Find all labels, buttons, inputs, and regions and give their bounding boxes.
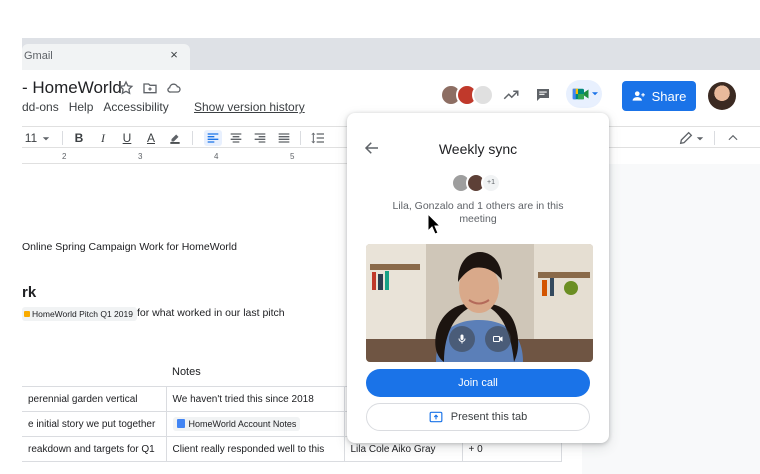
text-color-button[interactable]: A xyxy=(144,130,158,146)
cloud-status-icon[interactable] xyxy=(166,80,182,96)
meet-button[interactable] xyxy=(566,80,602,108)
file-chip[interactable]: HomeWorld Account Notes xyxy=(172,417,301,431)
table-header-notes: Notes xyxy=(172,366,201,378)
table-cell[interactable]: We haven't tried this since 2018 xyxy=(165,386,345,412)
slides-file-icon xyxy=(24,311,30,317)
section-heading: rk xyxy=(22,284,37,301)
camera-icon xyxy=(493,336,503,342)
file-chip-label: HomeWorld Pitch Q1 2019 xyxy=(32,309,133,319)
table-cell[interactable]: e initial story we put together xyxy=(22,411,167,437)
table-cell[interactable]: perennial garden vertical xyxy=(22,386,167,412)
avatar xyxy=(472,84,494,106)
align-center-icon[interactable] xyxy=(228,130,244,146)
more-participants-badge: +1 xyxy=(481,173,501,193)
font-size-value[interactable]: 11 xyxy=(24,130,38,146)
share-label: Share xyxy=(651,88,687,104)
chevron-down-icon[interactable] xyxy=(696,130,704,146)
edit-mode-icon[interactable] xyxy=(678,130,694,146)
meeting-title: Weekly sync xyxy=(438,141,518,157)
italic-button[interactable]: I xyxy=(96,130,110,146)
menu-addons[interactable]: dd-ons xyxy=(22,100,59,114)
tab-close-button[interactable]: × xyxy=(166,47,182,63)
comment-icon[interactable] xyxy=(534,86,552,104)
menu-bar: dd-ons Help Accessibility xyxy=(22,100,169,114)
join-call-button[interactable]: Join call xyxy=(366,369,590,397)
mic-icon xyxy=(458,334,466,344)
chevron-down-icon[interactable] xyxy=(42,130,50,146)
file-chip[interactable]: HomeWorld Pitch Q1 2019 xyxy=(22,307,137,321)
camera-preview xyxy=(366,244,593,362)
docs-file-icon xyxy=(176,419,185,428)
table-cell[interactable]: HomeWorld Account Notes xyxy=(165,411,345,437)
meet-join-panel: Weekly sync +1 Lila, Gonzalo and 1 other… xyxy=(347,113,609,443)
doc-title[interactable]: - HomeWorld xyxy=(22,78,122,98)
person-add-icon xyxy=(632,91,645,101)
align-right-icon[interactable] xyxy=(252,130,268,146)
underline-button[interactable]: U xyxy=(120,130,134,146)
tab-title: Gmail xyxy=(24,50,53,62)
mic-toggle-button[interactable] xyxy=(449,326,475,352)
present-tab-button[interactable]: Present this tab xyxy=(366,403,590,431)
paragraph: Online Spring Campaign Work for HomeWorl… xyxy=(22,241,237,253)
ruler-mark: 5 xyxy=(290,152,295,161)
bold-button[interactable]: B xyxy=(72,130,86,146)
screen: Gmail × - HomeWorld dd-ons Help Accessib… xyxy=(0,0,760,474)
present-screen-icon xyxy=(429,411,443,423)
toolbar-divider xyxy=(192,131,193,145)
table-cell[interactable]: reakdown and targets for Q1 xyxy=(22,436,167,462)
participant-avatars: +1 xyxy=(451,173,501,193)
paragraph: for what worked in our last pitch xyxy=(137,307,285,319)
folder-move-icon[interactable] xyxy=(142,80,158,96)
browser-tab-strip: Gmail × xyxy=(22,38,760,70)
collaborator-avatars[interactable] xyxy=(440,84,494,106)
highlight-icon[interactable] xyxy=(168,130,182,146)
camera-toggle-button[interactable] xyxy=(485,326,511,352)
toolbar-divider xyxy=(714,131,715,145)
version-history-link[interactable]: Show version history xyxy=(194,100,305,114)
menu-help[interactable]: Help xyxy=(69,100,94,114)
toolbar-divider xyxy=(62,131,63,145)
browser-tab[interactable]: Gmail × xyxy=(22,44,190,70)
menu-accessibility[interactable]: Accessibility xyxy=(103,100,168,114)
ruler-mark: 4 xyxy=(214,152,219,161)
line-spacing-icon[interactable] xyxy=(310,130,326,146)
google-meet-icon xyxy=(572,88,589,100)
ruler-mark: 2 xyxy=(62,152,67,161)
share-button[interactable]: Share xyxy=(622,81,696,111)
title-icons xyxy=(118,80,182,96)
align-left-icon[interactable] xyxy=(204,130,222,146)
chevron-up-icon[interactable] xyxy=(726,130,740,146)
mouse-cursor-icon xyxy=(427,213,441,235)
activity-trend-icon[interactable] xyxy=(502,86,520,104)
chevron-down-icon xyxy=(592,92,598,96)
file-chip-label: HomeWorld Account Notes xyxy=(188,419,297,429)
camera-preview-image xyxy=(366,244,593,362)
meeting-status: Lila, Gonzalo and 1 others are in this m… xyxy=(392,200,564,225)
toolbar-divider xyxy=(300,131,301,145)
user-avatar[interactable] xyxy=(708,82,736,110)
table-cell[interactable]: Client really responded well to this xyxy=(165,436,345,462)
star-icon[interactable] xyxy=(118,80,134,96)
align-justify-icon[interactable] xyxy=(276,130,292,146)
ruler-mark: 3 xyxy=(138,152,143,161)
present-tab-label: Present this tab xyxy=(450,411,528,423)
